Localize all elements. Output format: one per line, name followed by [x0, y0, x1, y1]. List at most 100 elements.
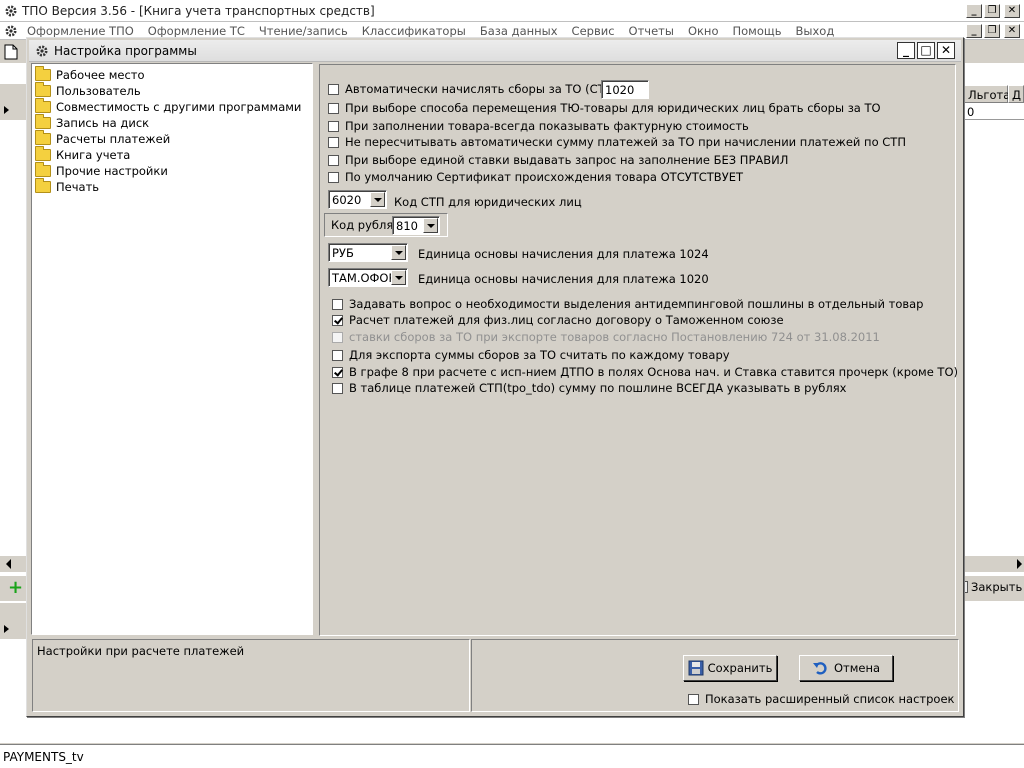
dialog-button-area: Сохранить Отмена Показать расширенный сп…	[471, 639, 959, 712]
stp-code-label: Код СТП для юридических лиц	[394, 195, 582, 209]
checkbox-disabled	[332, 331, 343, 343]
save-button[interactable]: Сохранить	[683, 655, 777, 681]
chevron-down-icon[interactable]	[391, 270, 406, 285]
horizontal-scrollbar[interactable]	[960, 556, 1024, 572]
mdi-close-icon[interactable]: ✕	[1004, 24, 1020, 38]
close-button[interactable]: Закрыть	[958, 580, 1022, 594]
dialog-minimize-icon[interactable]: _	[897, 42, 915, 59]
dialog-title-bar[interactable]: Настройка программы _ □ ✕	[29, 40, 961, 62]
status-bar: PAYMENTS_tv	[0, 744, 1024, 768]
restore-icon[interactable]: ❐	[984, 4, 1000, 18]
chevron-down-icon[interactable]	[391, 245, 406, 260]
undo-icon	[812, 662, 827, 675]
menu-item[interactable]: Чтение/запись	[259, 24, 348, 38]
ruble-code-select[interactable]: 810	[392, 216, 440, 235]
tree-item-user[interactable]: Пользователь	[32, 82, 312, 99]
option-duty-in-rubles[interactable]: В таблице платежей СТП(tpo_tdo) сумму по…	[332, 381, 846, 395]
tree-item-other[interactable]: Прочие настройки	[32, 162, 312, 179]
mdi-minimize-icon[interactable]: _	[966, 24, 982, 38]
auto-fee-code-input[interactable]: 1020	[601, 80, 649, 99]
chevron-down-icon[interactable]	[423, 218, 438, 233]
menu-item[interactable]: Оформление ТПО	[27, 24, 134, 38]
unit-1024-select[interactable]: РУБ	[328, 243, 408, 262]
main-title-bar: ТПО Версия 3.56 - [Книга учета транспорт…	[0, 0, 1024, 22]
gear-icon	[5, 5, 17, 17]
gear-icon	[36, 45, 48, 57]
option-show-extended[interactable]: Показать расширенный список настроек	[688, 692, 954, 706]
option-antidumping-query[interactable]: Задавать вопрос о необходимости выделени…	[332, 297, 923, 311]
cancel-button[interactable]: Отмена	[799, 655, 893, 681]
folder-icon	[35, 178, 51, 193]
stp-code-select[interactable]: 6020	[328, 190, 387, 209]
tree-item-print[interactable]: Печать	[32, 178, 312, 195]
menu-item[interactable]: Сервис	[572, 24, 615, 38]
checkbox[interactable]	[328, 154, 339, 166]
checkbox[interactable]	[328, 83, 339, 95]
tree-item-disk-write[interactable]: Запись на диск	[32, 114, 312, 131]
grid-header-d[interactable]: Д	[1008, 85, 1024, 103]
menu-item[interactable]: Оформление ТС	[148, 24, 245, 38]
tree-item-compatibility[interactable]: Совместимость с другими программами	[32, 98, 312, 115]
unit-1020-select[interactable]: ТАМ.ОФОР	[328, 268, 408, 287]
dialog-close-icon[interactable]: ✕	[937, 42, 955, 59]
menu-item[interactable]: Классификаторы	[362, 24, 466, 38]
settings-dialog: Настройка программы _ □ ✕ Рабочее место …	[26, 37, 964, 717]
menu-item[interactable]: Отчеты	[629, 24, 674, 38]
option-no-recalc[interactable]: Не пересчитывать автоматически сумму пла…	[328, 135, 906, 149]
menu-item[interactable]: Окно	[688, 24, 719, 38]
option-column8-dash[interactable]: В графе 8 при расчете с исп-нием ДТПО в …	[332, 365, 958, 379]
add-icon[interactable]: +	[8, 579, 23, 597]
save-icon	[688, 660, 704, 676]
settings-tree: Рабочее место Пользователь Совместимость…	[31, 63, 313, 635]
folder-icon	[35, 114, 51, 129]
dialog-title: Настройка программы	[54, 44, 197, 58]
folder-icon	[35, 130, 51, 145]
tree-item-payments[interactable]: Расчеты платежей	[32, 130, 312, 147]
ruble-code-label: Код рубля	[331, 218, 394, 232]
tree-item-workplace[interactable]: Рабочее место	[32, 66, 312, 83]
description-text: Настройки при расчете платежей	[37, 644, 245, 658]
checkbox[interactable]	[332, 382, 343, 394]
checkbox[interactable]	[688, 693, 699, 705]
ruble-code-group: Код рубля 810	[324, 213, 448, 237]
checkbox[interactable]	[332, 298, 343, 310]
checkbox-checked[interactable]	[332, 314, 343, 326]
menu-item[interactable]: Выход	[796, 24, 835, 38]
mdi-restore-icon[interactable]: ❐	[984, 24, 1000, 38]
main-window-title: ТПО Версия 3.56 - [Книга учета транспорт…	[22, 3, 375, 18]
grid-row-indicator	[0, 84, 27, 120]
option-no-certificate[interactable]: По умолчанию Сертификат происхождения то…	[328, 170, 743, 184]
horizontal-scrollbar-left[interactable]	[0, 556, 26, 572]
new-document-icon[interactable]	[4, 44, 18, 60]
tree-item-ledger[interactable]: Книга учета	[32, 146, 312, 163]
option-tyu-goods-fees[interactable]: При выборе способа перемещения ТЮ-товары…	[328, 101, 881, 115]
option-export-per-item[interactable]: Для экспорта суммы сборов за ТО считать …	[332, 348, 730, 362]
checkbox-checked[interactable]	[332, 366, 343, 378]
option-auto-fees[interactable]: Автоматически начислять сборы за ТО (СТП…	[328, 82, 618, 96]
grid-cell[interactable]: 0	[964, 103, 1024, 120]
close-icon[interactable]: ✕	[1004, 4, 1020, 18]
option-single-rate-query[interactable]: При выборе единой ставки выдавать запрос…	[328, 153, 788, 167]
menu-item[interactable]: База данных	[480, 24, 558, 38]
minimize-icon[interactable]: _	[966, 4, 982, 18]
checkbox[interactable]	[332, 349, 343, 361]
checkbox[interactable]	[328, 102, 339, 114]
gear-icon	[5, 25, 17, 37]
checkbox[interactable]	[328, 171, 339, 183]
folder-icon	[35, 146, 51, 161]
option-export-rates-724: ставки сборов за ТО при экспорте товаров…	[332, 330, 880, 344]
grid-header-lgota[interactable]: Льгота	[964, 85, 1010, 103]
dialog-maximize-icon[interactable]: □	[917, 42, 935, 59]
menu-item[interactable]: Помощь	[733, 24, 782, 38]
checkbox[interactable]	[328, 120, 339, 132]
chevron-down-icon[interactable]	[370, 192, 385, 207]
folder-icon	[35, 162, 51, 177]
folder-icon	[35, 98, 51, 113]
unit-1024-label: Единица основы начисления для платежа 10…	[418, 247, 709, 261]
folder-icon	[35, 82, 51, 97]
option-show-invoice-value[interactable]: При заполнении товара-всегда показывать …	[328, 119, 749, 133]
folder-icon	[35, 66, 51, 81]
option-customs-union-calc[interactable]: Расчет платежей для физ.лиц согласно дог…	[332, 313, 784, 327]
checkbox[interactable]	[328, 136, 339, 148]
settings-panel: Автоматически начислять сборы за ТО (СТП…	[319, 64, 958, 636]
